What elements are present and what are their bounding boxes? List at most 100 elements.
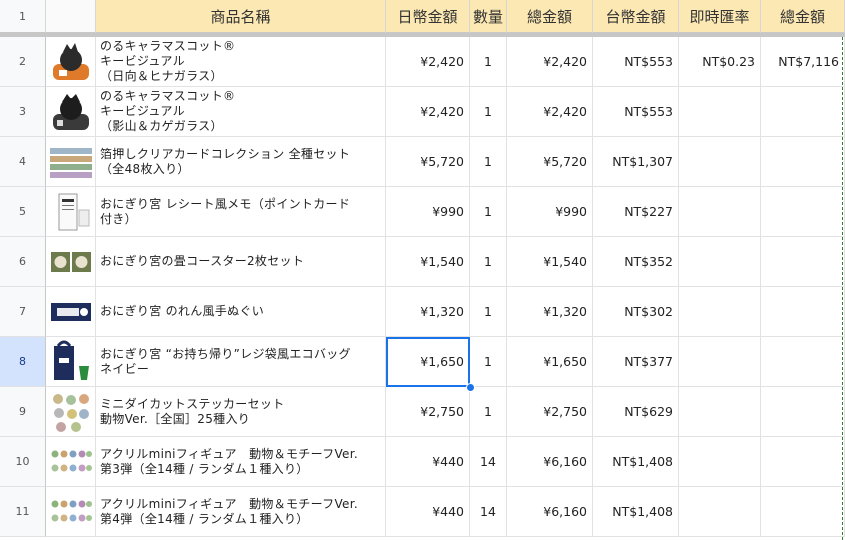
exchange-rate-cell[interactable] bbox=[679, 487, 761, 537]
product-name-cell[interactable]: おにぎり宮の畳コースター2枚セット bbox=[96, 237, 386, 287]
product-image[interactable] bbox=[46, 87, 96, 137]
twd-price-cell[interactable]: NT$553 bbox=[593, 87, 679, 137]
product-image[interactable] bbox=[46, 137, 96, 187]
exchange-rate-cell[interactable] bbox=[679, 287, 761, 337]
product-image[interactable] bbox=[46, 237, 96, 287]
grand-total-cell[interactable] bbox=[761, 337, 845, 387]
twd-price-cell[interactable]: NT$302 bbox=[593, 287, 679, 337]
twd-price-cell[interactable]: NT$553 bbox=[593, 37, 679, 87]
total-jpy-cell[interactable]: ¥6,160 bbox=[507, 487, 593, 537]
product-name-cell[interactable]: アクリルminiフィギュア 動物＆モチーフVer. 第4弾（全14種 / ランダ… bbox=[96, 487, 386, 537]
header-grand-total[interactable]: 總金額 bbox=[761, 0, 845, 33]
header-jpy-price[interactable]: 日幣金額 bbox=[386, 0, 470, 33]
quantity-cell[interactable]: 1 bbox=[470, 337, 507, 387]
row-number[interactable]: 7 bbox=[0, 287, 46, 337]
twd-price-cell[interactable]: NT$227 bbox=[593, 187, 679, 237]
row-number-header[interactable]: 1 bbox=[0, 0, 46, 33]
grand-total-cell[interactable] bbox=[761, 237, 845, 287]
exchange-rate-cell[interactable] bbox=[679, 387, 761, 437]
product-name-cell[interactable]: ミニダイカットステッカーセット 動物Ver.［全国］25種入り bbox=[96, 387, 386, 437]
jpy-price-cell[interactable]: ¥2,420 bbox=[386, 37, 470, 87]
exchange-rate-cell[interactable] bbox=[679, 337, 761, 387]
twd-price-cell[interactable]: NT$352 bbox=[593, 237, 679, 287]
quantity-cell[interactable]: 1 bbox=[470, 137, 507, 187]
grand-total-cell[interactable] bbox=[761, 437, 845, 487]
product-image[interactable] bbox=[46, 37, 96, 87]
total-jpy-cell[interactable]: ¥1,650 bbox=[507, 337, 593, 387]
quantity-cell[interactable]: 1 bbox=[470, 37, 507, 87]
grand-total-cell[interactable] bbox=[761, 287, 845, 337]
product-image[interactable] bbox=[46, 337, 96, 387]
product-image[interactable] bbox=[46, 187, 96, 237]
twd-price-cell[interactable]: NT$629 bbox=[593, 387, 679, 437]
product-image[interactable] bbox=[46, 287, 96, 337]
jpy-price-cell[interactable]: ¥2,420 bbox=[386, 87, 470, 137]
twd-price-cell[interactable]: NT$1,307 bbox=[593, 137, 679, 187]
quantity-cell[interactable]: 1 bbox=[470, 87, 507, 137]
twd-price-cell[interactable]: NT$1,408 bbox=[593, 487, 679, 537]
row-number[interactable]: 10 bbox=[0, 437, 46, 487]
row-number[interactable]: 4 bbox=[0, 137, 46, 187]
row-number[interactable]: 2 bbox=[0, 37, 46, 87]
twd-price-cell[interactable]: NT$377 bbox=[593, 337, 679, 387]
product-name-cell[interactable]: のるキャラマスコット® キービジュアル （影山＆カゲガラス） bbox=[96, 87, 386, 137]
exchange-rate-cell[interactable] bbox=[679, 187, 761, 237]
exchange-rate-cell[interactable] bbox=[679, 437, 761, 487]
row-number[interactable]: 3 bbox=[0, 87, 46, 137]
product-image[interactable] bbox=[46, 487, 96, 537]
header-product-name[interactable]: 商品名稱 bbox=[96, 0, 386, 33]
total-jpy-cell[interactable]: ¥1,320 bbox=[507, 287, 593, 337]
product-name-cell[interactable]: おにぎり宮 “お持ち帰り”レジ袋風エコバッグ ネイビー bbox=[96, 337, 386, 387]
quantity-cell[interactable]: 1 bbox=[470, 287, 507, 337]
total-jpy-cell[interactable]: ¥1,540 bbox=[507, 237, 593, 287]
total-jpy-cell[interactable]: ¥5,720 bbox=[507, 137, 593, 187]
fill-handle[interactable] bbox=[466, 383, 475, 392]
total-jpy-cell[interactable]: ¥2,420 bbox=[507, 37, 593, 87]
row-number[interactable]: 6 bbox=[0, 237, 46, 287]
exchange-rate-cell[interactable] bbox=[679, 237, 761, 287]
total-jpy-cell[interactable]: ¥2,420 bbox=[507, 87, 593, 137]
grand-total-cell[interactable] bbox=[761, 87, 845, 137]
product-image[interactable] bbox=[46, 437, 96, 487]
jpy-price-cell[interactable]: ¥1,320 bbox=[386, 287, 470, 337]
jpy-price-cell[interactable]: ¥1,540 bbox=[386, 237, 470, 287]
header-quantity[interactable]: 數量 bbox=[470, 0, 507, 33]
quantity-cell[interactable]: 1 bbox=[470, 387, 507, 437]
grand-total-cell[interactable] bbox=[761, 387, 845, 437]
header-image[interactable] bbox=[46, 0, 96, 33]
grand-total-cell[interactable]: NT$7,116 bbox=[761, 37, 845, 87]
row-number[interactable]: 5 bbox=[0, 187, 46, 237]
exchange-rate-cell[interactable]: NT$0.23 bbox=[679, 37, 761, 87]
quantity-cell[interactable]: 14 bbox=[470, 437, 507, 487]
total-jpy-cell[interactable]: ¥990 bbox=[507, 187, 593, 237]
grand-total-cell[interactable] bbox=[761, 487, 845, 537]
row-number[interactable]: 8 bbox=[0, 337, 46, 387]
quantity-cell[interactable]: 1 bbox=[470, 237, 507, 287]
header-twd-price[interactable]: 台幣金額 bbox=[593, 0, 679, 33]
jpy-price-cell[interactable]: ¥1,650 bbox=[386, 337, 470, 387]
row-number[interactable]: 11 bbox=[0, 487, 46, 537]
grand-total-cell[interactable] bbox=[761, 187, 845, 237]
product-name-cell[interactable]: おにぎり宮 のれん風手ぬぐい bbox=[96, 287, 386, 337]
exchange-rate-cell[interactable] bbox=[679, 137, 761, 187]
product-name-cell[interactable]: のるキャラマスコット® キービジュアル （日向＆ヒナガラス） bbox=[96, 37, 386, 87]
product-name-cell[interactable]: アクリルminiフィギュア 動物＆モチーフVer. 第3弾（全14種 / ランダ… bbox=[96, 437, 386, 487]
total-jpy-cell[interactable]: ¥2,750 bbox=[507, 387, 593, 437]
exchange-rate-cell[interactable] bbox=[679, 87, 761, 137]
quantity-cell[interactable]: 1 bbox=[470, 187, 507, 237]
jpy-price-cell[interactable]: ¥440 bbox=[386, 437, 470, 487]
jpy-price-cell[interactable]: ¥5,720 bbox=[386, 137, 470, 187]
total-jpy-cell[interactable]: ¥6,160 bbox=[507, 437, 593, 487]
header-exchange-rate[interactable]: 即時匯率 bbox=[679, 0, 761, 33]
product-name-cell[interactable]: おにぎり宮 レシート風メモ（ポイントカード 付き） bbox=[96, 187, 386, 237]
row-number[interactable]: 9 bbox=[0, 387, 46, 437]
jpy-price-cell[interactable]: ¥440 bbox=[386, 487, 470, 537]
header-total-jpy[interactable]: 總金額 bbox=[507, 0, 593, 33]
product-image[interactable] bbox=[46, 387, 96, 437]
jpy-price-cell[interactable]: ¥2,750 bbox=[386, 387, 470, 437]
grand-total-cell[interactable] bbox=[761, 137, 845, 187]
product-name-cell[interactable]: 箔押しクリアカードコレクション 全種セット （全48枚入り） bbox=[96, 137, 386, 187]
twd-price-cell[interactable]: NT$1,408 bbox=[593, 437, 679, 487]
jpy-price-cell[interactable]: ¥990 bbox=[386, 187, 470, 237]
quantity-cell[interactable]: 14 bbox=[470, 487, 507, 537]
